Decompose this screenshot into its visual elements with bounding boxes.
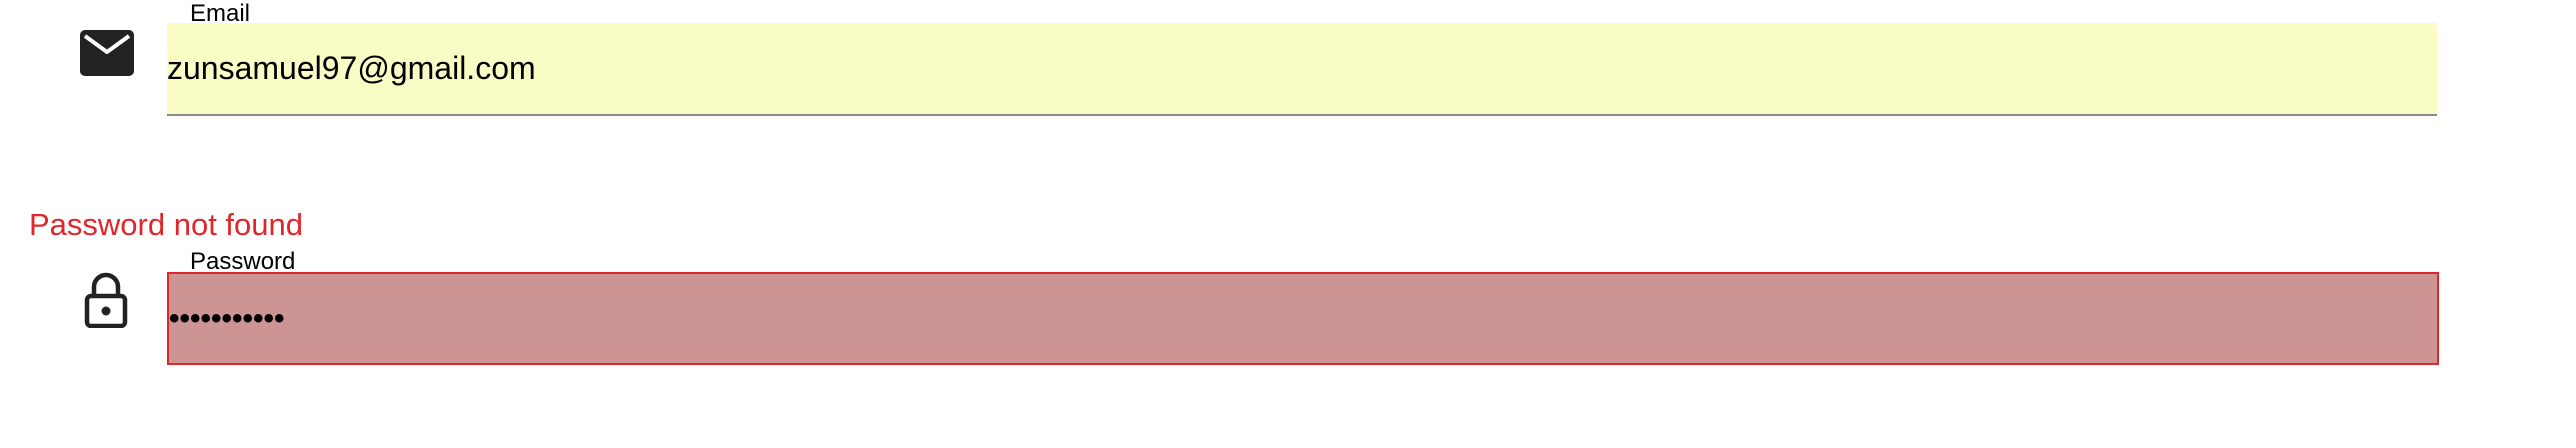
login-form: Email zunsamuel97@gmail.com Password not… bbox=[0, 0, 2576, 448]
email-field[interactable]: zunsamuel97@gmail.com bbox=[167, 23, 2437, 116]
email-value: zunsamuel97@gmail.com bbox=[167, 50, 536, 86]
password-masked-value: ••••••••••• bbox=[169, 301, 285, 335]
envelope-icon bbox=[80, 30, 134, 76]
password-field[interactable]: ••••••••••• bbox=[167, 272, 2439, 365]
lock-icon bbox=[84, 272, 128, 328]
password-error-message: Password not found bbox=[29, 207, 304, 242]
